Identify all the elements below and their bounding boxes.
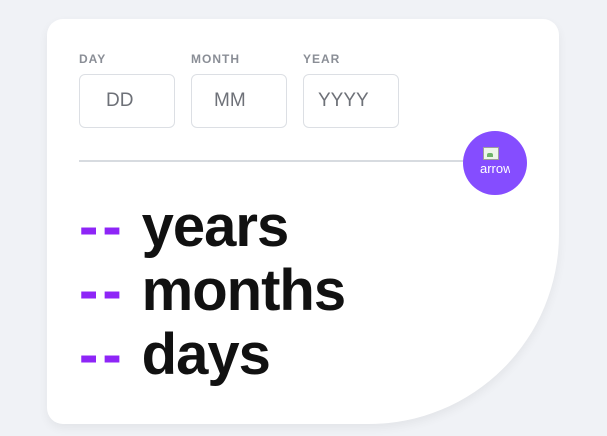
results: -- years -- months -- days [79,195,346,387]
submit-button[interactable]: arrow [463,131,527,195]
years-unit: years [141,194,290,259]
broken-image-icon [483,147,499,160]
result-months: -- months [79,258,346,323]
age-calculator-card: DAY MONTH YEAR arrow --years --months --… [47,19,559,424]
year-input[interactable] [303,74,399,128]
month-field: MONTH [191,52,287,128]
months-value: -- [79,258,126,323]
result-years: -- years [79,195,345,259]
divider [79,160,489,162]
month-label: MONTH [191,52,240,66]
year-label: YEAR [303,52,341,66]
result-days: -- days [79,323,345,387]
days-unit: days [141,322,271,387]
year-field: YEAR [303,52,399,128]
months-unit: months [141,258,346,323]
days-value: -- [79,322,126,387]
day-label: DAY [79,52,107,66]
years-value: -- [79,194,126,259]
arrow-alt-text: arrow [480,162,510,175]
day-field: DAY [79,52,175,128]
day-input[interactable] [79,74,175,128]
month-input[interactable] [191,74,287,128]
